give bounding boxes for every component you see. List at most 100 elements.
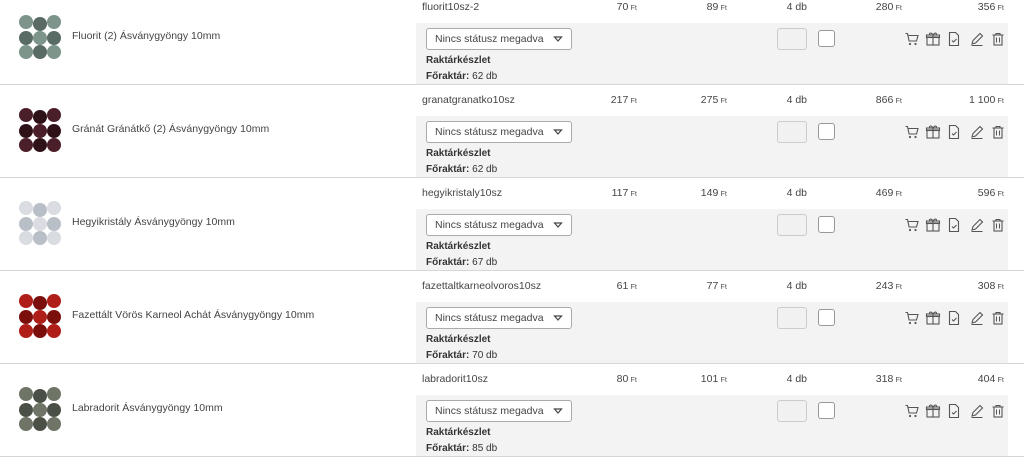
gross-unit-price: 149 Ft [700, 187, 727, 199]
edit-icon[interactable] [969, 403, 985, 419]
stock-line: Főraktár: 70 db [426, 350, 498, 361]
stock-title: Raktárkészlet [426, 427, 491, 438]
net-unit-price: 70 Ft [616, 1, 637, 13]
gross-total: 308 Ft [977, 280, 1004, 292]
product-name[interactable]: Fluorit (2) Ásványgyöngy 10mm [72, 30, 220, 42]
note-field[interactable] [777, 121, 807, 143]
select-checkbox[interactable] [818, 216, 835, 233]
stock-title: Raktárkészlet [426, 334, 491, 345]
gift-icon[interactable] [925, 310, 941, 326]
cart-icon[interactable] [904, 31, 920, 47]
net-unit-price: 117 Ft [611, 187, 637, 199]
quantity: 4 db [786, 280, 807, 292]
cart-icon[interactable] [904, 310, 920, 326]
product-name[interactable]: Gránát Gránátkő (2) Ásványgyöngy 10mm [72, 123, 269, 135]
trash-icon[interactable] [990, 124, 1006, 140]
product-thumbnail[interactable] [16, 291, 64, 339]
edit-icon[interactable] [969, 124, 985, 140]
stock-title: Raktárkészlet [426, 148, 491, 159]
chevron-down-icon [553, 220, 563, 230]
order-item-row: Labradorit Ásványgyöngy 10mm labradorit1… [0, 364, 1024, 457]
select-checkbox[interactable] [818, 30, 835, 47]
product-name[interactable]: Hegyikristály Ásványgyöngy 10mm [72, 216, 235, 228]
net-total: 318 Ft [875, 373, 902, 385]
status-select[interactable]: Nincs státusz megadva [426, 28, 572, 50]
product-sku: hegyikristaly10sz [422, 187, 502, 199]
product-sku: granatgranatko10sz [422, 94, 515, 106]
edit-icon[interactable] [969, 217, 985, 233]
edit-icon[interactable] [969, 31, 985, 47]
product-thumbnail[interactable] [16, 12, 64, 60]
status-select[interactable]: Nincs státusz megadva [426, 121, 572, 143]
chevron-down-icon [553, 34, 563, 44]
gift-icon[interactable] [925, 124, 941, 140]
document-icon[interactable] [946, 31, 962, 47]
status-select[interactable]: Nincs státusz megadva [426, 214, 572, 236]
status-select[interactable]: Nincs státusz megadva [426, 307, 572, 329]
product-thumbnail[interactable] [16, 105, 64, 153]
document-icon[interactable] [946, 403, 962, 419]
stock-line: Főraktár: 62 db [426, 71, 498, 82]
net-unit-price: 217 Ft [610, 94, 637, 106]
gross-total: 596 Ft [977, 187, 1004, 199]
trash-icon[interactable] [990, 403, 1006, 419]
stock-line: Főraktár: 85 db [426, 443, 498, 454]
gross-unit-price: 101 Ft [700, 373, 727, 385]
note-field[interactable] [777, 28, 807, 50]
gift-icon[interactable] [925, 403, 941, 419]
net-total: 280 Ft [875, 1, 902, 13]
stock-line: Főraktár: 67 db [426, 257, 498, 268]
gift-icon[interactable] [925, 217, 941, 233]
quantity: 4 db [786, 1, 807, 13]
chevron-down-icon [553, 313, 563, 323]
product-name[interactable]: Fazettált Vörös Karneol Achát Ásványgyön… [72, 309, 314, 321]
gross-total: 404 Ft [977, 373, 1004, 385]
gross-unit-price: 77 Ft [706, 280, 727, 292]
order-item-row: Fazettált Vörös Karneol Achát Ásványgyön… [0, 271, 1024, 364]
chevron-down-icon [553, 127, 563, 137]
product-thumbnail[interactable] [16, 198, 64, 246]
order-items-list: Fluorit (2) Ásványgyöngy 10mm fluorit10s… [0, 0, 1024, 457]
order-item-row: Hegyikristály Ásványgyöngy 10mm hegyikri… [0, 178, 1024, 271]
document-icon[interactable] [946, 310, 962, 326]
gross-unit-price: 275 Ft [700, 94, 727, 106]
gross-total: 1 100 Ft [969, 94, 1004, 106]
product-thumbnail[interactable] [16, 384, 64, 432]
quantity: 4 db [786, 94, 807, 106]
stock-title: Raktárkészlet [426, 55, 491, 66]
status-select[interactable]: Nincs státusz megadva [426, 400, 572, 422]
trash-icon[interactable] [990, 31, 1006, 47]
product-name[interactable]: Labradorit Ásványgyöngy 10mm [72, 402, 223, 414]
select-checkbox[interactable] [818, 402, 835, 419]
select-checkbox[interactable] [818, 123, 835, 140]
note-field[interactable] [777, 214, 807, 236]
net-unit-price: 61 Ft [616, 280, 637, 292]
note-field[interactable] [777, 307, 807, 329]
cart-icon[interactable] [904, 217, 920, 233]
cart-icon[interactable] [904, 124, 920, 140]
stock-title: Raktárkészlet [426, 241, 491, 252]
product-sku: fazettaltkarneolvoros10sz [422, 280, 542, 292]
product-sku: fluorit10sz-2 [422, 1, 480, 13]
net-unit-price: 80 Ft [616, 373, 637, 385]
net-total: 243 Ft [875, 280, 902, 292]
document-icon[interactable] [946, 217, 962, 233]
quantity: 4 db [786, 373, 807, 385]
product-sku: labradorit10sz [422, 373, 488, 385]
gift-icon[interactable] [925, 31, 941, 47]
gross-total: 356 Ft [977, 1, 1004, 13]
trash-icon[interactable] [990, 310, 1006, 326]
quantity: 4 db [786, 187, 807, 199]
net-total: 469 Ft [875, 187, 902, 199]
gross-unit-price: 89 Ft [706, 1, 727, 13]
document-icon[interactable] [946, 124, 962, 140]
cart-icon[interactable] [904, 403, 920, 419]
net-total: 866 Ft [875, 94, 902, 106]
stock-line: Főraktár: 62 db [426, 164, 498, 175]
note-field[interactable] [777, 400, 807, 422]
select-checkbox[interactable] [818, 309, 835, 326]
trash-icon[interactable] [990, 217, 1006, 233]
chevron-down-icon [553, 406, 563, 416]
edit-icon[interactable] [969, 310, 985, 326]
order-item-row: Gránát Gránátkő (2) Ásványgyöngy 10mm gr… [0, 85, 1024, 178]
